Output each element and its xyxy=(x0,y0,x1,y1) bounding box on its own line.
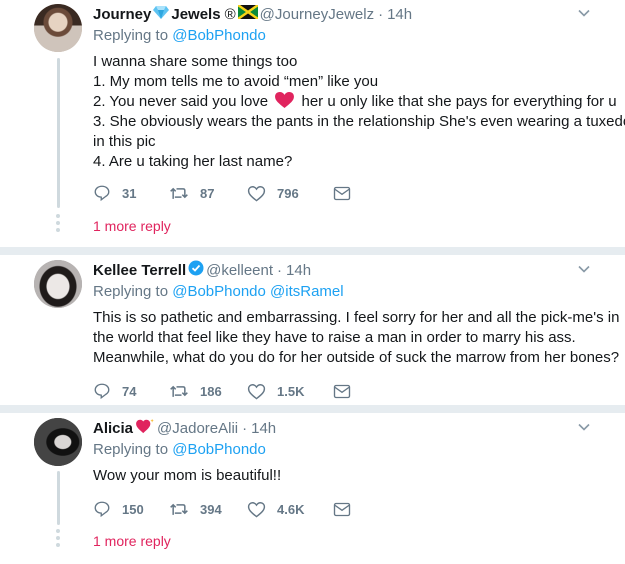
tweet-text: Wow your mom is beautiful!! xyxy=(93,466,593,486)
mention-link[interactable]: @BobPhondo xyxy=(172,441,266,458)
tweet-line: 2. You never said you love her u only li… xyxy=(93,92,617,110)
verified-badge-icon xyxy=(188,260,204,280)
thread-divider xyxy=(0,405,625,413)
replying-label: Replying to xyxy=(93,441,169,458)
chevron-down-icon[interactable] xyxy=(575,260,593,278)
separator: · xyxy=(378,5,384,23)
thread-line xyxy=(57,58,60,208)
gem-icon xyxy=(153,5,170,23)
thread-divider xyxy=(0,247,625,255)
mention-link[interactable]: @itsRamel xyxy=(270,283,344,300)
tweet-line: 3. She obviously wears the pants in the … xyxy=(93,113,625,130)
like-count: 796 xyxy=(277,185,299,201)
retweet-count: 87 xyxy=(200,185,215,201)
separator: · xyxy=(242,419,248,437)
timestamp[interactable]: 14h xyxy=(286,262,311,279)
tweet-text: I wanna share some things too 1. My mom … xyxy=(93,52,625,172)
tweet-actions: 31 87 796 xyxy=(93,184,362,202)
tweet-header: Kellee Terrell @kelleent · 14h xyxy=(93,260,593,280)
tweet-line: the world that feel like they have to ra… xyxy=(93,329,576,346)
tweet-line: I wanna share some things too xyxy=(93,53,298,70)
chevron-down-icon[interactable] xyxy=(575,4,593,22)
avatar-journey-jewels[interactable] xyxy=(34,4,82,52)
handle[interactable]: @JadoreAlii xyxy=(157,420,238,437)
direct-message-button[interactable] xyxy=(333,186,362,201)
display-name[interactable]: Journey xyxy=(93,6,151,23)
timestamp[interactable]: 14h xyxy=(387,6,412,23)
more-replies-link[interactable]: 1 more reply xyxy=(93,533,171,549)
retweet-count: 394 xyxy=(200,501,222,517)
tweet-actions: 74 186 1.5K xyxy=(93,382,362,400)
tweet-line: in this pic xyxy=(93,133,156,150)
retweet-button[interactable]: 87 xyxy=(169,184,247,202)
like-button[interactable]: 796 xyxy=(247,185,333,202)
direct-message-icon xyxy=(333,502,351,516)
display-name[interactable]: Alicia xyxy=(93,420,133,437)
display-name[interactable]: Kellee Terrell xyxy=(93,262,186,279)
retweet-button[interactable]: 394 xyxy=(169,500,247,518)
reply-count: 31 xyxy=(122,185,137,201)
thread-line xyxy=(57,471,60,525)
chevron-down-icon[interactable] xyxy=(575,418,593,436)
like-button[interactable]: 4.6K xyxy=(247,501,333,518)
avatar-kellee-terrell[interactable] xyxy=(34,260,82,308)
replying-label: Replying to xyxy=(93,27,169,44)
tweet-header: Alicia @JadoreAlii · 14h xyxy=(93,418,593,438)
like-icon xyxy=(247,501,266,518)
tweet-alicia[interactable]: Alicia @JadoreAlii · 14h Replying to @Bo… xyxy=(0,413,625,564)
tweet-line: 1. My mom tells me to avoid “men” like y… xyxy=(93,73,379,90)
retweet-count: 186 xyxy=(200,383,222,399)
tweet-header: Journey Jewels ® @JourneyJewelz · 14h xyxy=(93,4,593,24)
more-replies-link[interactable]: 1 more reply xyxy=(93,218,171,234)
tweet-line: This is so pathetic and embarrassing. I … xyxy=(93,309,620,326)
like-count: 4.6K xyxy=(277,501,305,517)
reply-count: 74 xyxy=(122,383,137,399)
tweet-line: 4. Are u taking her last name? xyxy=(93,153,293,170)
registered-mark: ® xyxy=(224,5,236,23)
tweet-actions: 150 394 4.6K xyxy=(93,500,362,518)
direct-message-button[interactable] xyxy=(333,502,362,517)
direct-message-button[interactable] xyxy=(333,384,362,399)
tweet-line: Meanwhile, what do you do for her outsid… xyxy=(93,349,620,366)
reply-icon xyxy=(94,501,110,518)
like-button[interactable]: 1.5K xyxy=(247,383,333,400)
thread-dots xyxy=(55,529,61,550)
replying-to: Replying to @BobPhondo @itsRamel xyxy=(93,283,593,300)
display-name-2[interactable]: Jewels xyxy=(171,6,220,23)
replying-to: Replying to @BobPhondo xyxy=(93,27,593,44)
handle[interactable]: @kelleent xyxy=(206,262,273,279)
sparkling-heart-icon xyxy=(135,418,155,438)
jamaica-flag-icon xyxy=(236,4,259,23)
reply-button[interactable]: 74 xyxy=(93,382,169,400)
replying-to: Replying to @BobPhondo xyxy=(93,441,593,458)
tweet-line: Wow your mom is beautiful!! xyxy=(93,467,282,484)
retweet-icon xyxy=(170,503,188,515)
retweet-button[interactable]: 186 xyxy=(169,382,247,400)
reply-icon xyxy=(94,185,110,202)
red-heart-icon xyxy=(275,92,295,109)
direct-message-icon xyxy=(333,384,351,398)
tweet-kellee-terrell[interactable]: Kellee Terrell @kelleent · 14h Replying … xyxy=(0,255,625,405)
timestamp[interactable]: 14h xyxy=(251,420,276,437)
like-count: 1.5K xyxy=(277,383,305,399)
mention-link[interactable]: @BobPhondo xyxy=(172,27,266,44)
replying-label: Replying to xyxy=(93,283,169,300)
reply-count: 150 xyxy=(122,501,144,517)
like-icon xyxy=(247,185,266,202)
retweet-icon xyxy=(170,385,188,397)
avatar-alicia[interactable] xyxy=(34,418,82,466)
separator: · xyxy=(277,261,283,279)
reply-icon xyxy=(94,383,110,400)
tweet-journey-jewels[interactable]: Journey Jewels ® @JourneyJewelz · 14h Re… xyxy=(0,0,625,248)
like-icon xyxy=(247,383,266,400)
reply-button[interactable]: 31 xyxy=(93,184,169,202)
retweet-icon xyxy=(170,187,188,199)
direct-message-icon xyxy=(333,186,351,200)
mention-link[interactable]: @BobPhondo xyxy=(172,283,266,300)
thread-dots xyxy=(55,214,61,235)
handle[interactable]: @JourneyJewelz xyxy=(260,6,374,23)
reply-button[interactable]: 150 xyxy=(93,500,169,518)
tweet-text: This is so pathetic and embarrassing. I … xyxy=(93,308,620,368)
